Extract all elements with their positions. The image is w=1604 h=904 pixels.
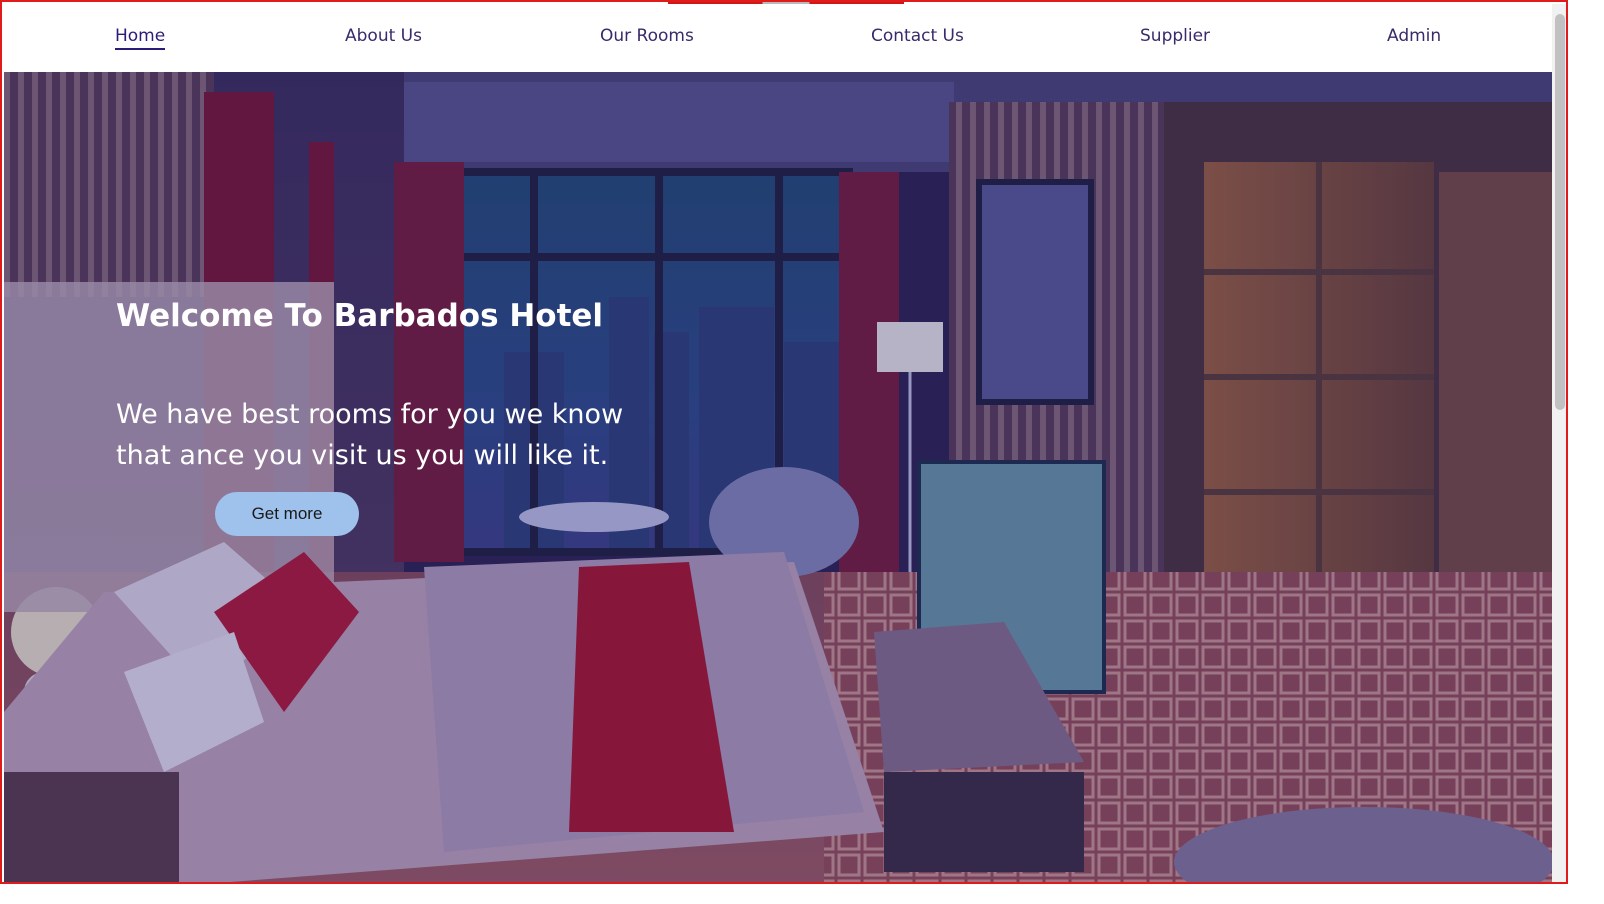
hero-text: We have best rooms for you we know that …	[116, 399, 624, 471]
nav-about-us[interactable]: About Us	[345, 26, 422, 46]
get-more-button[interactable]: Get more	[215, 492, 359, 536]
navbar: Home About Us Our Rooms Contact Us Suppl…	[4, 4, 1552, 72]
vertical-scrollbar[interactable]	[1552, 4, 1566, 882]
hero-overlay	[4, 72, 1552, 882]
nav-home[interactable]: Home	[115, 26, 166, 50]
browser-frame: Home About Us Our Rooms Contact Us Suppl…	[0, 0, 1568, 884]
nav-admin[interactable]: Admin	[1387, 26, 1441, 46]
hero-section: Welcome To Barbados Hotel We have best r…	[4, 72, 1552, 882]
nav-contact-us[interactable]: Contact Us	[871, 26, 964, 46]
nav-supplier[interactable]: Supplier	[1140, 26, 1210, 46]
scrollbar-thumb[interactable]	[1555, 14, 1565, 410]
hero-title: Welcome To Barbados Hotel	[116, 298, 604, 334]
nav-our-rooms[interactable]: Our Rooms	[600, 26, 694, 46]
